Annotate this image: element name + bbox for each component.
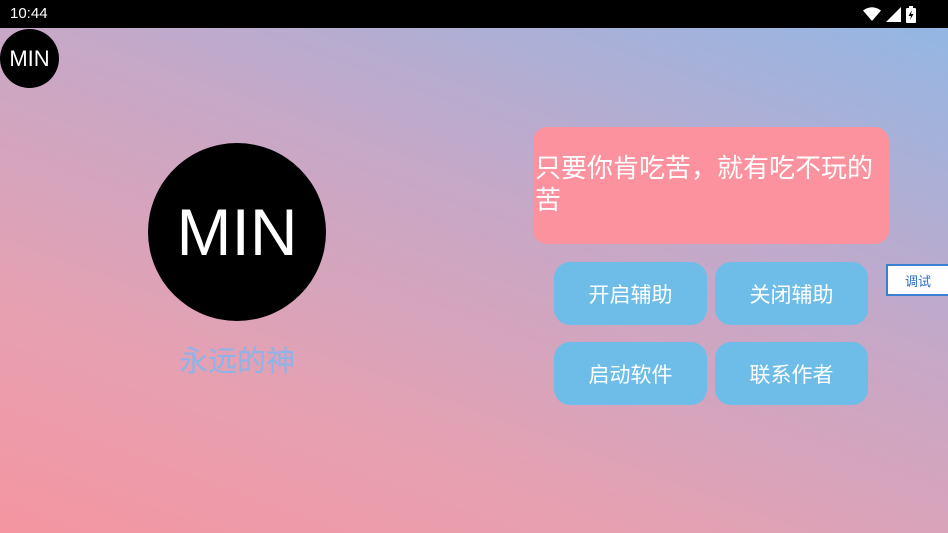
launch-software-button[interactable]: 启动软件: [554, 342, 707, 405]
enable-assist-button[interactable]: 开启辅助: [554, 262, 707, 325]
profile-avatar: MIN: [148, 143, 326, 321]
quote-box: 只要你肯吃苦，就有吃不玩的苦: [533, 127, 889, 244]
status-icons: [863, 5, 916, 23]
contact-author-button[interactable]: 联系作者: [715, 342, 868, 405]
profile-subtitle: 永远的神: [178, 344, 295, 378]
wifi-icon: [863, 6, 881, 22]
status-time: 10:44: [10, 5, 48, 22]
quote-text: 只要你肯吃苦，就有吃不玩的苦: [535, 154, 874, 216]
debug-button[interactable]: 调试: [886, 264, 948, 296]
signal-icon: [886, 6, 901, 22]
small-avatar[interactable]: MIN: [0, 29, 59, 88]
disable-assist-button[interactable]: 关闭辅助: [715, 262, 868, 325]
status-bar: 10:44: [0, 0, 948, 28]
battery-charging-icon: [906, 5, 916, 23]
